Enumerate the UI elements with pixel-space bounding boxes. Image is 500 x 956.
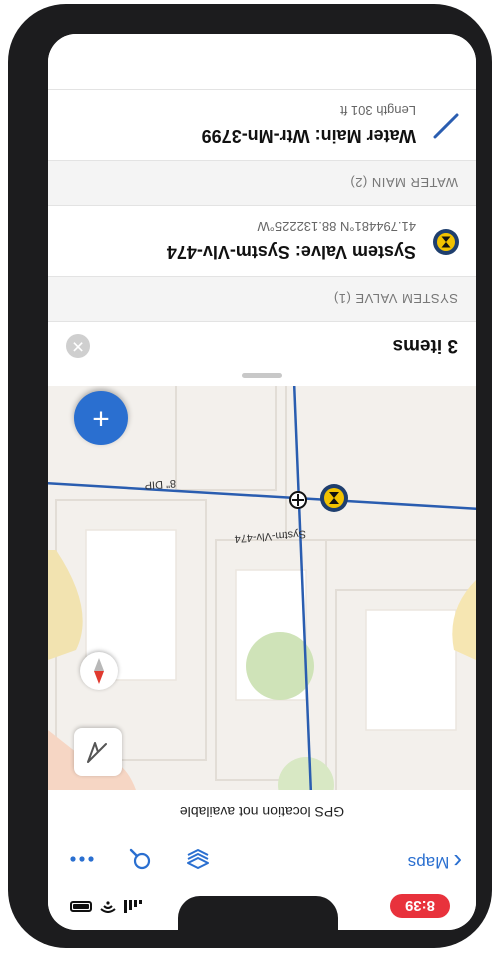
map-label-pipe: 8" DIP xyxy=(144,476,177,492)
valve-marker-icon[interactable] xyxy=(318,482,350,514)
item-subtitle: 41.794481°N 88.132225°W xyxy=(257,219,416,234)
search-icon xyxy=(129,848,151,870)
valve-icon xyxy=(433,229,459,255)
status-bar: 8:39 xyxy=(48,884,476,930)
location-arrow-icon xyxy=(87,742,107,763)
screen: 8:39 ‹ Maps GPS location not available S… xyxy=(48,34,476,930)
layers-icon xyxy=(187,849,209,869)
section-title: SYSTEM VALVE (1) xyxy=(333,291,458,306)
camera-notch xyxy=(178,896,338,930)
toolbar: ‹ Maps xyxy=(48,833,476,884)
gps-status-text: GPS location not available xyxy=(179,804,345,820)
item-subtitle: Length 301 ft xyxy=(340,103,416,118)
sheet-title: 3 items xyxy=(392,335,458,356)
item-title: Water Main: Wtr-Mn-3799 xyxy=(201,126,416,146)
section-header-system-valve: SYSTEM VALVE (1) xyxy=(48,276,476,321)
add-feature-button[interactable]: + xyxy=(74,391,128,445)
compass-button[interactable] xyxy=(80,652,118,690)
cellular-signal-icon xyxy=(124,900,142,914)
item-title: System Valve: Systm-Vlv-474 xyxy=(166,242,416,262)
sheet-drag-handle[interactable] xyxy=(242,373,282,378)
sheet-header: 3 items ✕ xyxy=(48,321,476,370)
map-view[interactable]: Systm-Vlv-474 8" DIP + xyxy=(48,386,476,790)
section-title: WATER MAIN (2) xyxy=(349,175,458,190)
wifi-icon xyxy=(100,901,116,913)
maps-back-label: Maps xyxy=(407,853,450,872)
gps-status-banner: GPS location not available xyxy=(48,789,476,834)
locate-me-button[interactable] xyxy=(74,728,122,776)
close-icon: ✕ xyxy=(71,337,85,354)
results-sheet: 3 items ✕ SYSTEM VALVE (1) System Valve:… xyxy=(48,34,476,386)
compass-icon xyxy=(94,658,104,684)
section-header-water-main: WATER MAIN (2) xyxy=(48,160,476,205)
status-icons xyxy=(70,900,142,914)
plus-icon: + xyxy=(92,402,110,435)
list-item-system-valve[interactable]: System Valve: Systm-Vlv-474 41.794481°N … xyxy=(48,205,476,276)
line-segment-icon xyxy=(433,113,459,139)
status-time: 8:39 xyxy=(390,894,450,918)
maps-back-button[interactable]: ‹ Maps xyxy=(407,847,462,877)
list-item-water-main[interactable]: Water Main: Wtr-Mn-3799 Length 301 ft xyxy=(48,89,476,160)
toolbar-actions xyxy=(68,846,212,872)
search-button[interactable] xyxy=(126,846,154,872)
phone-frame: 8:39 ‹ Maps GPS location not available S… xyxy=(8,4,492,948)
battery-icon xyxy=(70,901,92,913)
more-button[interactable] xyxy=(68,846,96,872)
more-icon xyxy=(70,856,94,862)
close-button[interactable]: ✕ xyxy=(66,334,90,358)
chevron-left-icon: ‹ xyxy=(453,847,462,877)
layers-button[interactable] xyxy=(184,846,212,872)
